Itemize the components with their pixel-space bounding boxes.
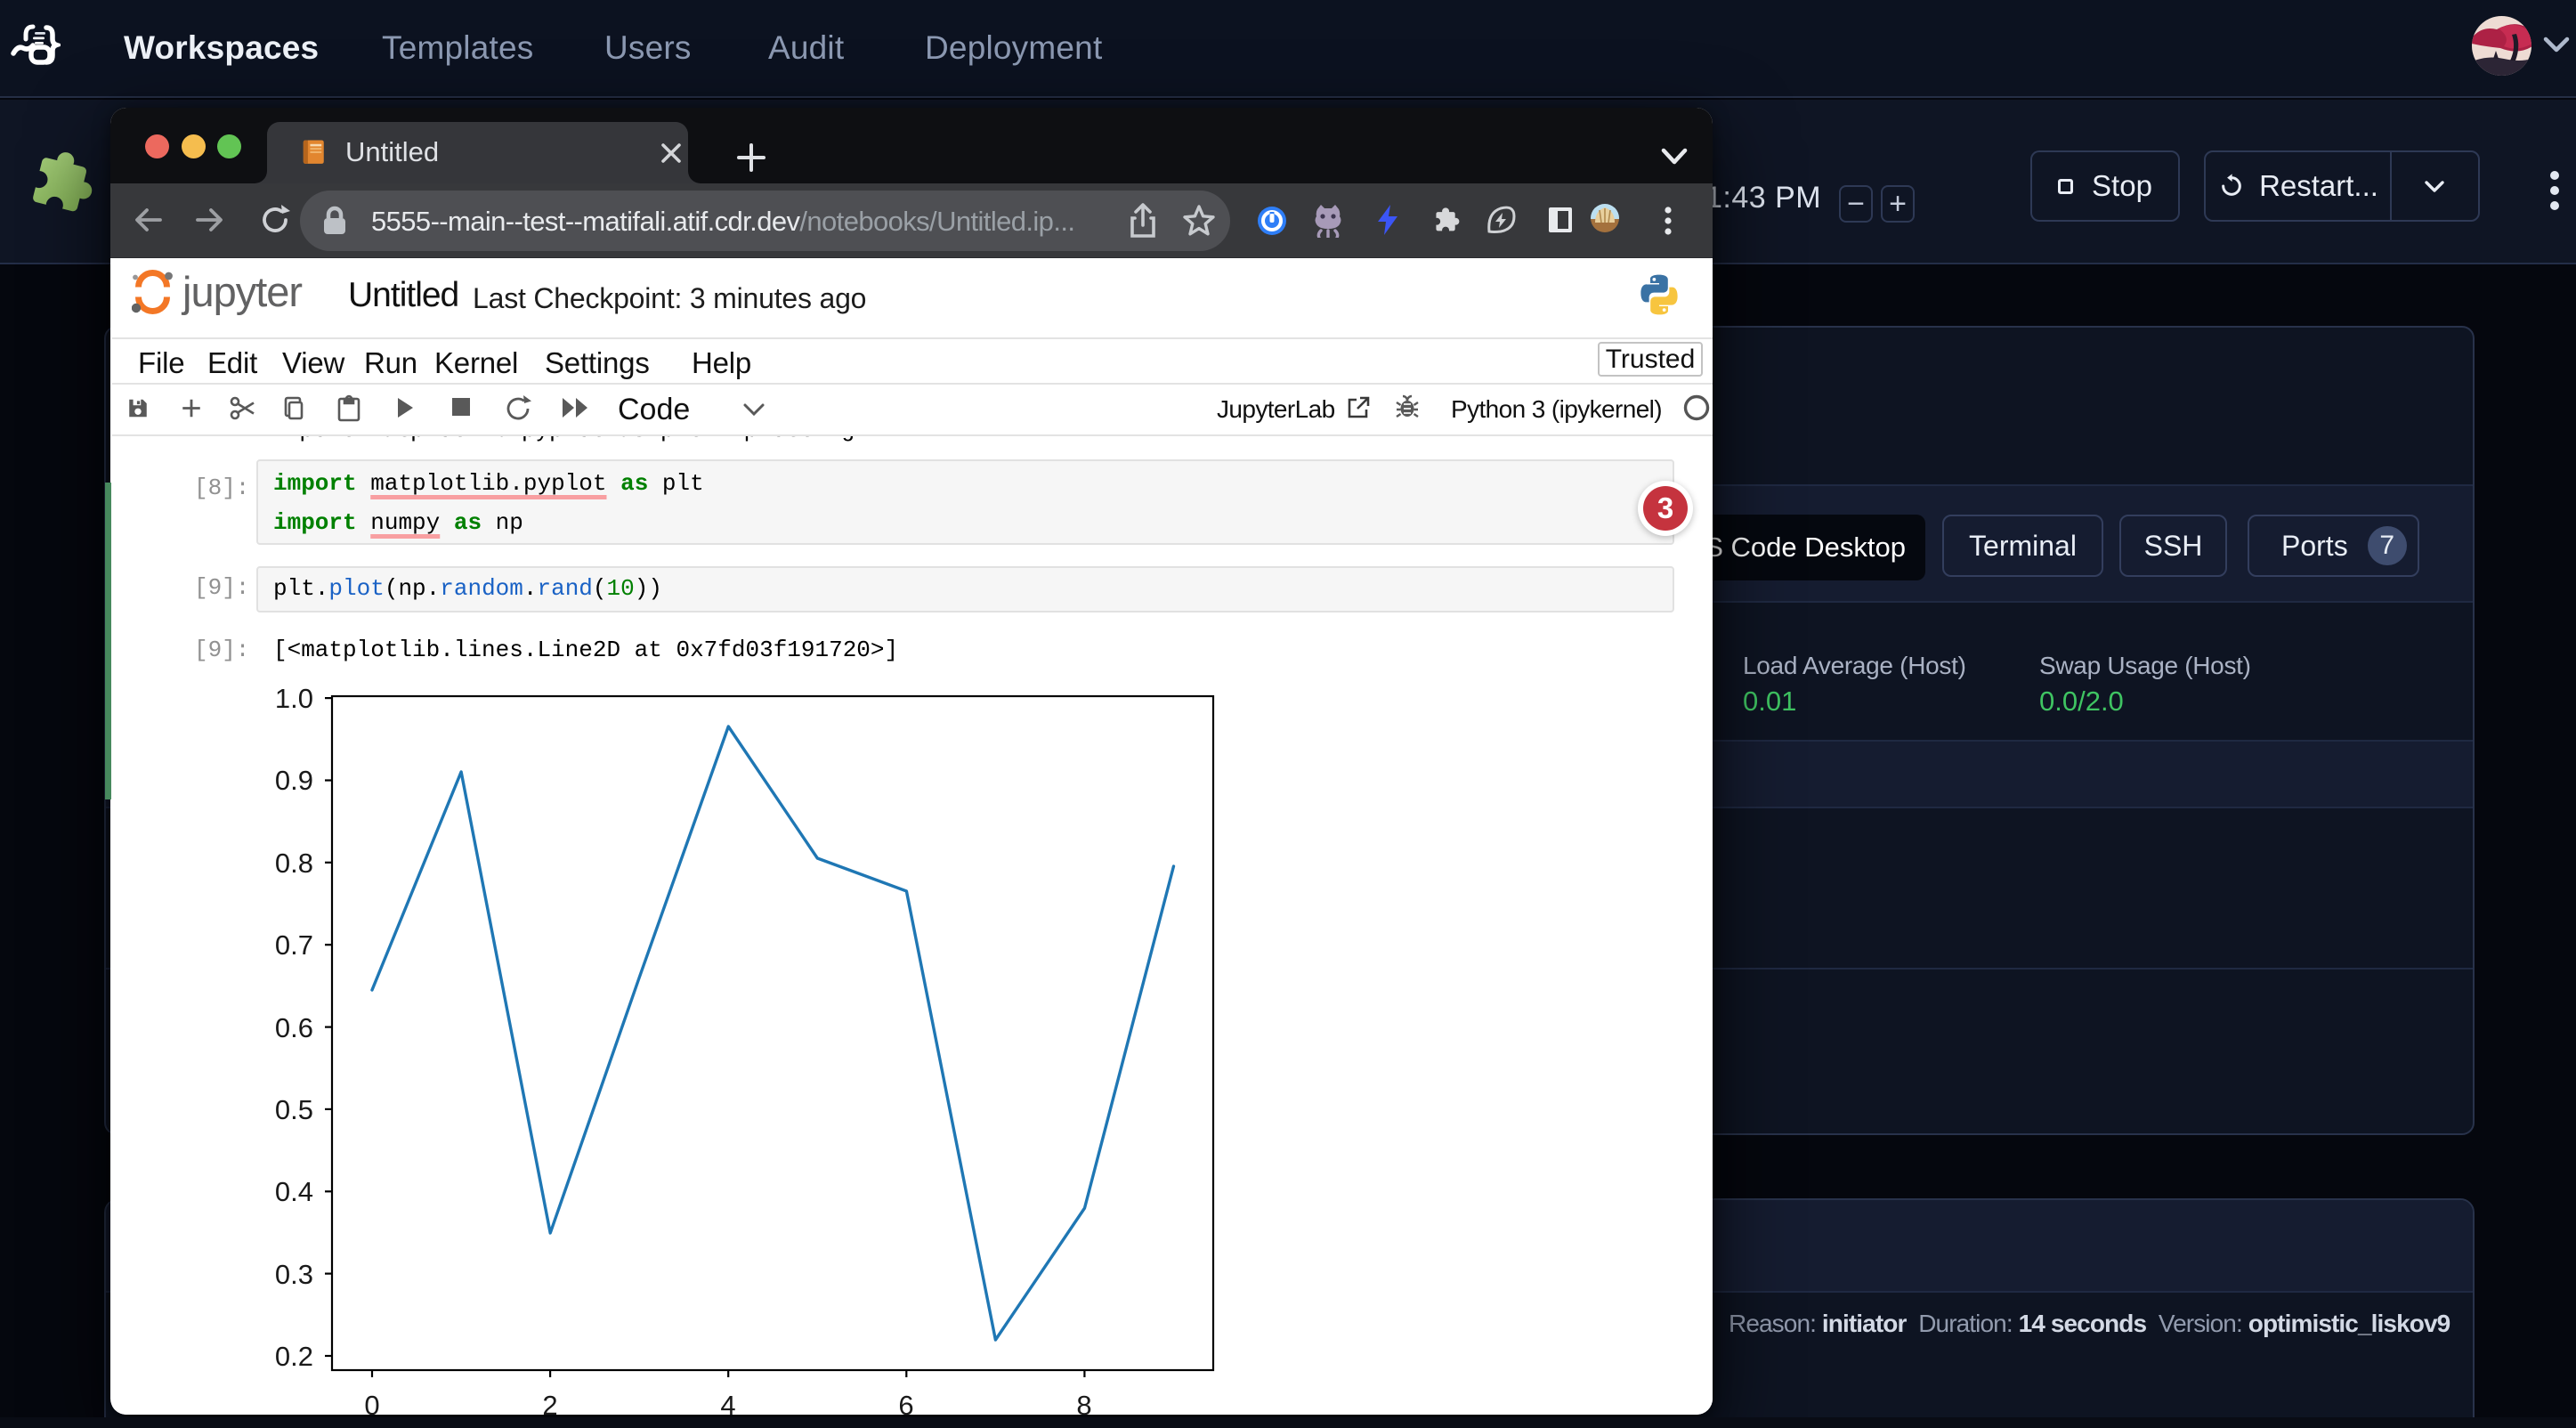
svg-text:6: 6 [898, 1390, 913, 1415]
svg-text:2: 2 [542, 1390, 557, 1415]
svg-text:0.2: 0.2 [275, 1341, 313, 1372]
svg-text:0.7: 0.7 [275, 929, 313, 961]
svg-text:1.0: 1.0 [275, 683, 313, 714]
svg-text:8: 8 [1076, 1390, 1091, 1415]
svg-text:4: 4 [720, 1390, 735, 1415]
svg-text:0.6: 0.6 [275, 1012, 313, 1043]
svg-text:0.4: 0.4 [275, 1176, 313, 1207]
svg-text:0.3: 0.3 [275, 1259, 313, 1290]
svg-text:0.8: 0.8 [275, 848, 313, 879]
svg-text:0.5: 0.5 [275, 1094, 313, 1125]
svg-text:0.9: 0.9 [275, 765, 313, 796]
svg-text:0: 0 [364, 1390, 379, 1415]
